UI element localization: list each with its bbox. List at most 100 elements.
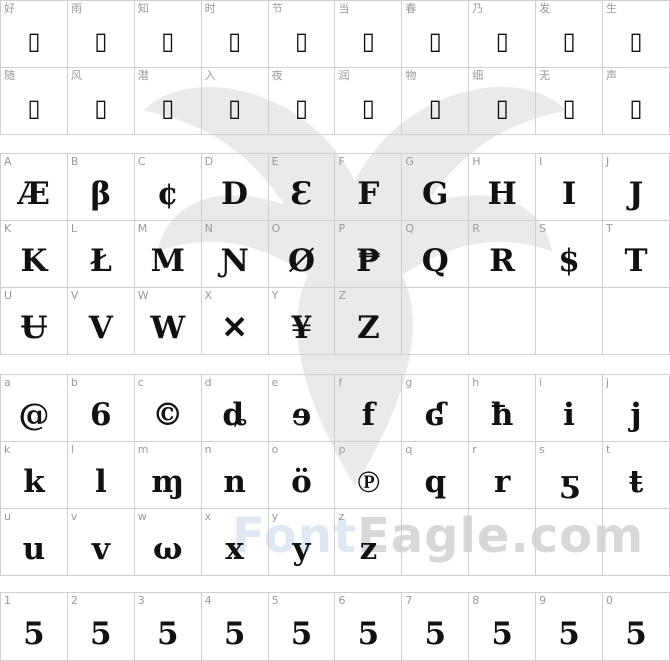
glyph-sample: ¥ [290,310,313,346]
glyph-sample: Ø [288,243,316,279]
glyph-cell: TT [602,220,670,288]
glyph-sample: K [20,243,48,279]
glyph-sample [402,523,468,575]
glyph-label: E [271,155,279,168]
glyph-label: b [70,376,78,389]
glyph-sample: ▯ [361,27,375,55]
glyph-label: 9 [539,594,547,607]
glyph-cell: EƐ [267,153,336,221]
glyph-cell: c © [133,374,202,442]
glyph-label: 6 [338,594,346,607]
glyph-label: G [405,155,414,168]
glyph-sample: 5 [625,615,647,652]
glyph-sample: ▯ [629,27,643,55]
glyph-sample: ɱ [151,464,185,500]
glyph-sample: ▯ [361,94,375,122]
glyph-label: 好 [4,2,15,15]
glyph-label: z [338,510,345,523]
glyph-sample: ▯ [562,94,576,122]
glyph-label: Y [271,289,279,302]
glyph-label: 无 [539,69,551,82]
glyph-label: 1 [4,594,11,607]
glyph-label: d [204,376,212,389]
glyph-label: m [137,443,149,456]
glyph-sample: ▯ [161,27,175,55]
glyph-cell: 55 [267,592,336,661]
glyph-label: 5 [271,594,279,607]
glyph-row: a @ b 6 c © d ȡ e ɘ f f g ʛ h ħ i i j j [0,374,670,442]
glyph-cell: VV [66,287,135,355]
glyph-cell: mɱ [133,441,202,509]
glyph-sample: 5 [290,615,313,652]
glyph-cell: eɘ [267,374,336,442]
glyph-cell: rr [468,441,537,509]
digit-glyph-grid: 15253545556575859505 [0,592,670,661]
glyph-label: c [137,376,144,389]
glyph-sample: 5 [90,615,112,652]
glyph-sample: β [90,176,112,212]
glyph-cell: 无 ▯ [535,67,604,135]
glyph-sample: Ɛ [290,176,313,212]
glyph-label: L [70,222,78,235]
glyph-label: n [204,443,212,456]
glyph-cell: 节 ▯ [267,0,336,68]
glyph-cell: C ¢ [133,153,202,221]
glyph-cell: 75 [401,592,470,661]
glyph-sample: G [422,176,449,212]
glyph-sample: v [91,531,110,567]
glyph-label: 乃 [472,2,484,15]
glyph-label: l [70,443,74,456]
glyph-sample: 5 [156,615,179,652]
glyph-label: w [137,510,147,523]
glyph-cell: 声 ▯ [602,67,670,135]
glyph-sample [402,302,468,354]
glyph-sample: ħ [490,397,514,433]
glyph-cell: 65 [334,592,403,661]
glyph-label: q [405,443,413,456]
glyph-sample: ▯ [294,27,309,55]
glyph-label: j [606,376,610,389]
glyph-label: P [338,222,346,235]
glyph-cell: 85 [468,592,537,661]
glyph-cell: II [535,153,604,221]
glyph-cell: kk [0,441,68,509]
glyph-row: 15253545556575859505 [0,592,670,661]
glyph-cell [535,508,604,576]
glyph-sample: ö [291,464,312,500]
glyph-cell: RR [468,220,537,288]
glyph-sample: f [361,397,376,433]
glyph-cell: P ₱ [334,220,403,288]
glyph-cell: b6 [66,374,135,442]
glyph-sample: 5 [491,615,513,652]
glyph-label: I [539,155,543,168]
glyph-cell: wω [133,508,202,576]
glyph-cell: Bβ [66,153,135,221]
glyph-cell: JJ [602,153,670,221]
glyph-label: p [338,443,346,456]
glyph-sample: V [88,310,113,346]
glyph-row: k k l l m ɱ n n o ö p ℗ q q r r s ƽ t ŧ [0,441,670,509]
glyph-row: A Æ Bβ C ¢ D D E Ɛ F F G G H H I I J J [0,153,670,221]
glyph-sample: u [22,531,46,567]
glyph-cell: 夜 ▯ [267,67,336,135]
glyph-sample: ▯ [94,94,108,122]
glyph-sample: ʛ [424,397,446,433]
glyph-sample: ▯ [495,27,509,55]
glyph-cell: 润 ▯ [334,67,403,135]
glyph-cell: 时 ▯ [200,0,269,68]
glyph-cell: FF [334,153,403,221]
glyph-label: g [405,376,413,389]
glyph-cell [602,508,670,576]
glyph-cell: 随 ▯ [0,67,68,135]
glyph-cell [401,508,470,576]
glyph-label: T [606,222,613,235]
glyph-label: r [472,443,477,456]
glyph-cell: 发 ▯ [535,0,604,68]
glyph-label: 夜 [271,69,283,82]
glyph-label: X [204,289,213,302]
glyph-sample: 5 [223,615,246,652]
glyph-label: v [70,510,78,523]
glyph-cell [468,287,537,355]
glyph-sample: Ʉ [20,310,48,346]
glyph-cell: 好 ▯ [0,0,68,68]
